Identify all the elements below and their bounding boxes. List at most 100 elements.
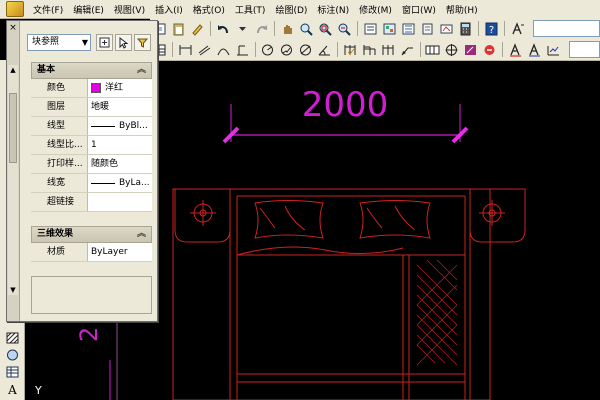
- baseline-dimension-icon[interactable]: [362, 42, 377, 57]
- prop-value[interactable]: 洋红: [87, 79, 152, 97]
- quick-select-icon[interactable]: [134, 34, 151, 51]
- scroll-up-icon[interactable]: ▲: [8, 65, 18, 75]
- menu-help[interactable]: 帮助(H): [441, 3, 483, 16]
- menu-insert[interactable]: 插入(I): [150, 3, 188, 16]
- prop-value[interactable]: ByLa...: [87, 174, 152, 192]
- side-dimension-text: 2: [75, 327, 103, 342]
- dimension-edit-icon[interactable]: [463, 42, 478, 57]
- palette-titlebar[interactable]: × ▲ ▼: [7, 21, 20, 321]
- dimension-override-icon[interactable]: [546, 42, 561, 57]
- object-type-select[interactable]: 块参照 ▼: [27, 34, 91, 51]
- prop-value-text: 洋红: [105, 83, 124, 93]
- paste-icon[interactable]: [171, 21, 186, 36]
- dimension-update-icon[interactable]: [508, 42, 523, 57]
- diameter-dimension-icon[interactable]: [298, 42, 313, 57]
- tolerance-icon[interactable]: [425, 42, 440, 57]
- zoom-realtime-icon[interactable]: [299, 21, 314, 36]
- prop-value[interactable]: 随颜色: [87, 155, 152, 173]
- sheet-set-icon[interactable]: [420, 21, 435, 36]
- text-style-combo[interactable]: [532, 20, 600, 37]
- quick-leader-icon[interactable]: [400, 42, 415, 57]
- zoom-window-magnifier-icon[interactable]: [318, 21, 333, 36]
- prop-label: 材质: [31, 243, 87, 261]
- prop-row-plot-style[interactable]: 打印样... 随颜色: [31, 155, 152, 174]
- redo-icon[interactable]: [254, 21, 269, 36]
- app-icon[interactable]: [6, 1, 24, 17]
- prop-label: 超链接: [31, 193, 87, 211]
- close-icon[interactable]: ×: [8, 23, 18, 33]
- jogged-dimension-icon[interactable]: [279, 42, 294, 57]
- prop-label: 线型比...: [31, 136, 87, 154]
- tool-palettes-icon[interactable]: [401, 21, 416, 36]
- menu-draw[interactable]: 绘图(D): [270, 3, 312, 16]
- undo-icon[interactable]: [216, 21, 231, 36]
- linear-dimension-icon[interactable]: [178, 42, 193, 57]
- prop-value[interactable]: 1: [87, 136, 152, 154]
- prop-value[interactable]: 地暖: [87, 98, 152, 116]
- prop-row-hyperlink[interactable]: 超链接: [31, 193, 152, 212]
- continue-dimension-icon[interactable]: [381, 42, 396, 57]
- calculator-icon[interactable]: [458, 21, 473, 36]
- angular-dimension-icon[interactable]: [317, 42, 332, 57]
- scroll-thumb[interactable]: [9, 93, 17, 163]
- lineweight-sample: [91, 182, 115, 184]
- text-style-icon[interactable]: [510, 21, 525, 36]
- undo-dropdown-icon[interactable]: [235, 21, 250, 36]
- prop-value-text: ByLa...: [119, 178, 150, 188]
- prop-row-lineweight[interactable]: 线宽 ByLa...: [31, 174, 152, 193]
- section-basic-header[interactable]: 基本 ︽: [31, 62, 152, 79]
- prop-label: 线型: [31, 117, 87, 135]
- prop-row-material[interactable]: 材质 ByLayer: [31, 243, 152, 262]
- dimension-text-edit-icon[interactable]: [482, 42, 497, 57]
- prop-value[interactable]: ByBl...: [87, 117, 152, 135]
- toggle-pickadd-icon[interactable]: [96, 34, 113, 51]
- menu-format[interactable]: 格式(O): [188, 3, 230, 16]
- help-icon[interactable]: ?: [484, 21, 499, 36]
- dimension-2000[interactable]: 2000: [222, 85, 469, 144]
- radius-dimension-icon[interactable]: [260, 42, 275, 57]
- scroll-down-icon[interactable]: ▼: [8, 285, 18, 295]
- bed-block[interactable]: [172, 188, 526, 400]
- arc-length-icon[interactable]: [216, 42, 231, 57]
- table-insert-icon[interactable]: [4, 364, 20, 379]
- hatch-icon[interactable]: [4, 330, 20, 345]
- menu-dimension[interactable]: 标注(N): [312, 3, 354, 16]
- palette-scrollbar[interactable]: ▲ ▼: [8, 65, 18, 295]
- pan-icon[interactable]: [280, 21, 295, 36]
- design-center-icon[interactable]: [382, 21, 397, 36]
- prop-value[interactable]: ByLayer: [87, 243, 152, 261]
- chevron-up-icon: ︽: [136, 65, 146, 75]
- menu-edit[interactable]: 编辑(E): [68, 3, 109, 16]
- side-dimension[interactable]: 2: [75, 310, 118, 400]
- prop-value[interactable]: [87, 193, 152, 211]
- properties-icon[interactable]: [363, 21, 378, 36]
- prop-row-color[interactable]: 颜色 洋红: [31, 79, 152, 98]
- zoom-previous-icon[interactable]: [337, 21, 352, 36]
- menu-file[interactable]: 文件(F): [28, 3, 68, 16]
- description-panel: [31, 276, 152, 314]
- markup-icon[interactable]: [439, 21, 454, 36]
- prop-label: 线宽: [31, 174, 87, 192]
- menu-window[interactable]: 窗口(W): [397, 3, 441, 16]
- center-mark-icon[interactable]: [444, 42, 459, 57]
- aligned-dimension-icon[interactable]: [197, 42, 212, 57]
- ordinate-dimension-icon[interactable]: [235, 42, 250, 57]
- linetype-sample: [91, 125, 115, 127]
- prop-label: 打印样...: [31, 155, 87, 173]
- menu-tools[interactable]: 工具(T): [230, 3, 271, 16]
- region-icon[interactable]: [4, 347, 20, 362]
- quick-dimension-icon[interactable]: [343, 42, 358, 57]
- menu-view[interactable]: 视图(V): [109, 3, 150, 16]
- section-3d-header[interactable]: 三维效果 ︽: [31, 226, 152, 243]
- multiline-text-icon[interactable]: A: [4, 381, 20, 396]
- prop-row-linetype-scale[interactable]: 线型比... 1: [31, 136, 152, 155]
- match-properties-icon[interactable]: [190, 21, 205, 36]
- prop-row-linetype[interactable]: 线型 ByBl...: [31, 117, 152, 136]
- select-objects-icon[interactable]: [115, 34, 132, 51]
- menu-modify[interactable]: 修改(M): [354, 3, 397, 16]
- dimension-style-icon[interactable]: [527, 42, 542, 57]
- standard-toolbar: ?: [150, 18, 600, 40]
- dimension-style-combo[interactable]: [568, 41, 600, 58]
- prop-row-layer[interactable]: 图层 地暖: [31, 98, 152, 117]
- chevron-up-icon: ︽: [136, 229, 146, 239]
